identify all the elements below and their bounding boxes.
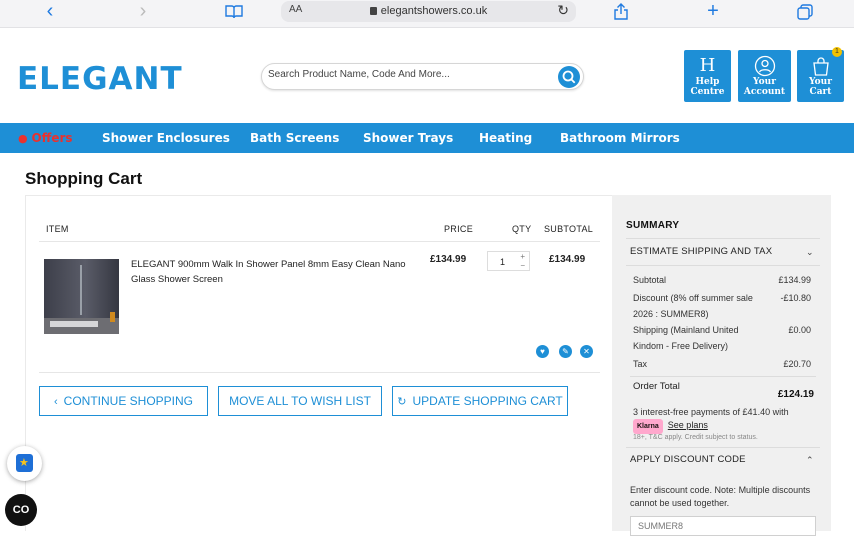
chevron-up-icon[interactable]: ⌃ bbox=[806, 455, 814, 466]
product-name[interactable]: ELEGANT 900mm Walk In Shower Panel 8mm E… bbox=[131, 257, 416, 287]
url-text: elegantshowers.co.uk bbox=[380, 5, 488, 17]
search-input[interactable] bbox=[268, 69, 548, 80]
klarna-message: 3 interest-free payments of £41.40 with … bbox=[633, 406, 813, 434]
estimate-shipping-toggle[interactable]: ESTIMATE SHIPPING AND TAX bbox=[630, 246, 772, 257]
continue-shopping-label: CONTINUE SHOPPING bbox=[63, 394, 194, 408]
nav-item-bath-screens[interactable]: Bath Screens bbox=[250, 131, 339, 145]
col-header-item: ITEM bbox=[46, 224, 69, 234]
help-centre-button[interactable]: H Help Centre bbox=[684, 50, 731, 102]
offers-icon: ● bbox=[18, 132, 32, 145]
forward-icon[interactable]: › bbox=[128, 0, 158, 24]
product-image[interactable] bbox=[44, 259, 119, 334]
site-header: ELEGANT H Help Centre Your Account Your … bbox=[0, 28, 854, 123]
nav-item-heating[interactable]: Heating bbox=[479, 131, 532, 145]
cookie-icon: CO bbox=[12, 504, 30, 516]
account-label-2: Account bbox=[743, 87, 786, 97]
cart-label-1: Your bbox=[809, 77, 832, 87]
shipping-value: £0.00 bbox=[788, 325, 811, 335]
subtotal-value: £134.99 bbox=[778, 275, 811, 285]
tax-value: £20.70 bbox=[783, 359, 811, 369]
divider bbox=[39, 372, 600, 373]
reload-icon[interactable]: ↻ bbox=[557, 2, 569, 19]
update-cart-button[interactable]: ↻ UPDATE SHOPPING CART bbox=[392, 386, 568, 416]
discount-code-input[interactable]: SUMMER8 bbox=[630, 516, 816, 536]
main-nav: ● Offers Shower Enclosures Bath Screens … bbox=[0, 123, 854, 153]
shipping-label: Shipping (Mainland United Kindom - Free … bbox=[633, 325, 739, 351]
nav-item-offers[interactable]: ● Offers bbox=[18, 131, 73, 145]
search-bar bbox=[261, 63, 584, 90]
apply-discount-toggle[interactable]: APPLY DISCOUNT CODE bbox=[630, 454, 746, 465]
update-cart-label: UPDATE SHOPPING CART bbox=[412, 394, 563, 408]
divider bbox=[630, 376, 816, 377]
col-header-price: PRICE bbox=[444, 224, 474, 234]
discount-note: Enter discount code. Note: Multiple disc… bbox=[630, 485, 811, 508]
cart-count-badge: 1 bbox=[832, 47, 842, 57]
cart-button[interactable]: Your Cart 1 bbox=[797, 47, 844, 102]
tax-label: Tax bbox=[633, 359, 648, 369]
col-header-subtotal: SUBTOTAL bbox=[544, 224, 594, 234]
order-total-value: £124.19 bbox=[777, 389, 814, 400]
quantity-stepper[interactable]: 1 + − bbox=[487, 251, 530, 271]
browser-toolbar: ‹ › AA elegantshowers.co.uk ↻ + bbox=[0, 0, 854, 28]
divider bbox=[39, 241, 600, 242]
discount-code-value: SUMMER8 bbox=[638, 521, 684, 531]
help-label-1: Help bbox=[695, 77, 720, 87]
decrement-icon[interactable]: − bbox=[520, 262, 525, 270]
divider bbox=[626, 238, 820, 239]
add-to-wishlist-icon[interactable]: ♥ bbox=[536, 345, 549, 358]
site-logo[interactable]: ELEGANT bbox=[17, 61, 183, 97]
share-icon[interactable] bbox=[606, 0, 636, 24]
address-bar[interactable]: AA elegantshowers.co.uk ↻ bbox=[281, 1, 576, 22]
move-to-wishlist-button[interactable]: MOVE ALL TO WISH LIST bbox=[218, 386, 382, 416]
new-tab-icon[interactable]: + bbox=[698, 0, 728, 24]
col-header-qty: QTY bbox=[512, 224, 532, 234]
divider bbox=[626, 265, 820, 266]
klarna-text: 3 interest-free payments of £41.40 with bbox=[633, 407, 789, 417]
order-total-label: Order Total bbox=[633, 381, 680, 392]
bookmarks-icon[interactable] bbox=[219, 0, 249, 24]
summary-title: SUMMARY bbox=[626, 220, 680, 231]
discount-label: Discount (8% off summer sale 2026 : SUMM… bbox=[633, 293, 753, 319]
divider bbox=[626, 447, 820, 448]
account-label-1: Your bbox=[753, 77, 776, 87]
increment-icon[interactable]: + bbox=[520, 253, 525, 261]
page-title: Shopping Cart bbox=[25, 169, 143, 188]
nav-item-shower-enclosures[interactable]: Shower Enclosures bbox=[102, 131, 230, 145]
chevron-down-icon[interactable]: ⌄ bbox=[806, 247, 814, 258]
cart-icon bbox=[812, 57, 829, 76]
account-icon bbox=[754, 55, 775, 77]
item-price: £134.99 bbox=[430, 254, 467, 265]
nav-item-shower-trays[interactable]: Shower Trays bbox=[363, 131, 453, 145]
reviews-badge-button[interactable]: ★ bbox=[7, 446, 42, 481]
refresh-icon: ↻ bbox=[397, 396, 407, 408]
nav-offers-label: Offers bbox=[31, 131, 73, 145]
item-subtotal: £134.99 bbox=[549, 254, 586, 265]
search-button[interactable] bbox=[558, 66, 580, 88]
klarna-logo: Klarna bbox=[633, 419, 663, 434]
klarna-terms: 18+, T&C apply. Credit subject to status… bbox=[633, 434, 758, 441]
lock-icon bbox=[369, 7, 377, 15]
see-plans-link[interactable]: See plans bbox=[668, 420, 708, 430]
help-label-2: Centre bbox=[690, 87, 725, 97]
cookie-consent-button[interactable]: CO bbox=[5, 494, 37, 526]
back-icon[interactable]: ‹ bbox=[35, 0, 65, 24]
discount-value: -£10.80 bbox=[780, 293, 811, 303]
nav-item-bathroom-mirrors[interactable]: Bathroom Mirrors bbox=[560, 131, 680, 145]
cart-panel bbox=[25, 195, 612, 531]
quantity-value[interactable]: 1 bbox=[500, 257, 505, 267]
cart-label-2: Cart bbox=[809, 87, 832, 97]
tabs-icon[interactable] bbox=[790, 0, 820, 24]
account-button[interactable]: Your Account bbox=[738, 50, 791, 102]
move-to-wishlist-label: MOVE ALL TO WISH LIST bbox=[229, 394, 371, 408]
edit-icon[interactable]: ✎ bbox=[559, 345, 572, 358]
continue-shopping-button[interactable]: ‹ CONTINUE SHOPPING bbox=[39, 386, 208, 416]
chevron-left-icon: ‹ bbox=[53, 396, 58, 408]
remove-item-icon[interactable]: ✕ bbox=[580, 345, 593, 358]
search-icon bbox=[562, 70, 576, 84]
star-icon: ★ bbox=[19, 457, 29, 469]
help-icon: H bbox=[699, 55, 716, 76]
subtotal-label: Subtotal bbox=[633, 275, 667, 285]
